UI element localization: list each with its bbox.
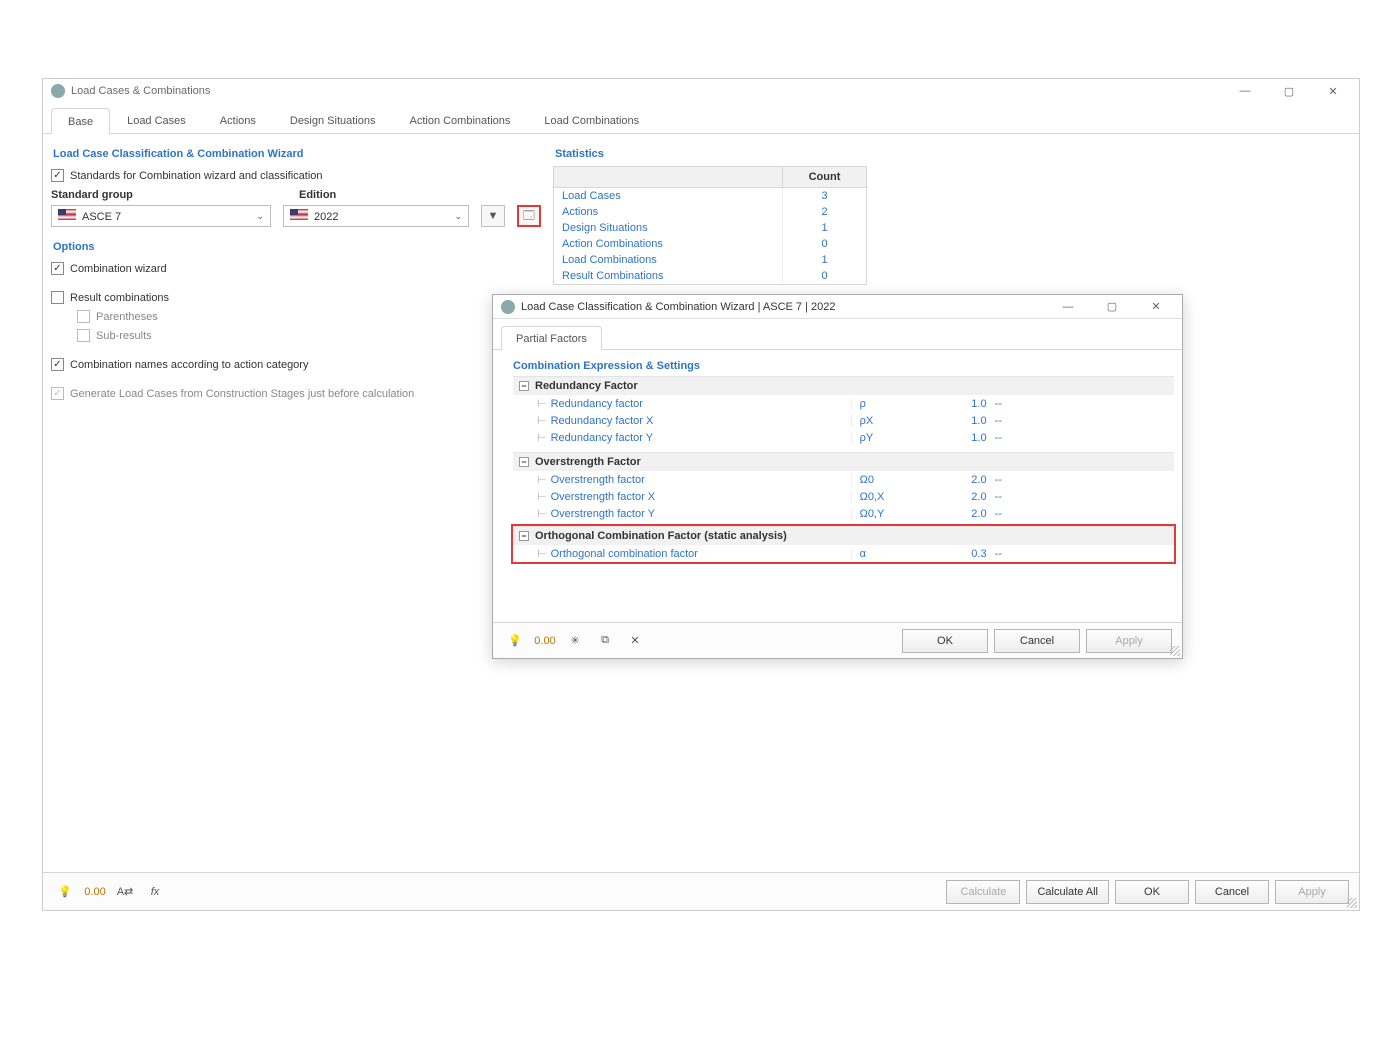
sub-footer: 💡 0.00 ✳ ⧉ ✕ OK Cancel Apply — [493, 622, 1182, 658]
combo-exp-title: Combination Expression & Settings — [513, 354, 1174, 376]
tab-actions[interactable]: Actions — [203, 107, 273, 133]
sub-minimize-button[interactable]: — — [1046, 296, 1090, 318]
resize-grip[interactable] — [1347, 898, 1357, 908]
standards-checkbox[interactable] — [51, 169, 64, 182]
app-icon — [501, 300, 515, 314]
wizard-section-title: Load Case Classification & Combination W… — [51, 142, 541, 166]
combo-wizard-row[interactable]: Combination wizard — [51, 259, 541, 278]
collapse-icon[interactable]: − — [519, 531, 529, 541]
function-icon[interactable]: fx — [143, 881, 167, 903]
sub-results-checkbox — [77, 329, 90, 342]
copy-icon[interactable]: ⧉ — [593, 630, 617, 652]
tab-base[interactable]: Base — [51, 108, 110, 134]
edition-dropdown[interactable]: 2022 ⌄ — [283, 205, 469, 227]
flag-us-icon — [290, 209, 308, 220]
chevron-down-icon: ⌄ — [256, 211, 264, 222]
sub-results-row: Sub-results — [51, 326, 541, 345]
factor-row[interactable]: ⊢Overstrength factor XΩ0,X2.0-- — [513, 488, 1174, 505]
factor-row[interactable]: ⊢Redundancy factor XρX1.0-- — [513, 412, 1174, 429]
group-orthogonal-highlight: − Orthogonal Combination Factor (static … — [511, 524, 1176, 564]
sub-maximize-button[interactable]: ▢ — [1090, 296, 1134, 318]
collapse-icon[interactable]: − — [519, 457, 529, 467]
text-tool-icon[interactable]: A⇄ — [113, 881, 137, 903]
tab-load-combinations[interactable]: Load Combinations — [527, 107, 656, 133]
std-group-label: Standard group — [51, 189, 287, 201]
tab-partial-factors[interactable]: Partial Factors — [501, 326, 602, 350]
sub-apply-button[interactable]: Apply — [1086, 629, 1172, 653]
group-overstrength[interactable]: − Overstrength Factor — [513, 452, 1174, 471]
sub-close-button[interactable]: ✕ — [1134, 296, 1178, 318]
result-combos-row[interactable]: Result combinations — [51, 288, 541, 307]
factor-row[interactable]: ⊢Overstrength factor YΩ0,Y2.0-- — [513, 505, 1174, 522]
gen-from-stages-row: Generate Load Cases from Construction St… — [51, 384, 541, 403]
sub-cancel-button[interactable]: Cancel — [994, 629, 1080, 653]
factor-row[interactable]: ⊢Redundancy factorρ1.0-- — [513, 395, 1174, 412]
settings-button[interactable]: 🗔 — [517, 205, 541, 227]
stats-count-header: Count — [782, 167, 866, 187]
flag-us-icon — [58, 209, 76, 220]
apply-button[interactable]: Apply — [1275, 880, 1349, 904]
collapse-icon[interactable]: − — [519, 381, 529, 391]
group-orthogonal[interactable]: − Orthogonal Combination Factor (static … — [513, 526, 1174, 545]
stats-title: Statistics — [553, 142, 867, 166]
partial-factors-window: Load Case Classification & Combination W… — [492, 294, 1183, 659]
ok-button[interactable]: OK — [1115, 880, 1189, 904]
main-footer: 💡 0.00 A⇄ fx Calculate Calculate All OK … — [43, 872, 1359, 910]
minimize-button[interactable]: — — [1223, 80, 1267, 102]
std-group-dropdown[interactable]: ASCE 7 ⌄ — [51, 205, 271, 227]
group-redundancy[interactable]: − Redundancy Factor — [513, 376, 1174, 395]
factor-row[interactable]: ⊢Overstrength factorΩ02.0-- — [513, 471, 1174, 488]
tab-action-combinations[interactable]: Action Combinations — [392, 107, 527, 133]
filter-button[interactable]: ▼ — [481, 205, 505, 227]
statistics-table: Count Load Cases3 Actions2 Design Situat… — [553, 166, 867, 285]
tab-load-cases[interactable]: Load Cases — [110, 107, 203, 133]
result-combos-checkbox[interactable] — [51, 291, 64, 304]
factor-tree: Combination Expression & Settings − Redu… — [493, 350, 1182, 572]
sub-window-title: Load Case Classification & Combination W… — [521, 301, 1046, 313]
main-tabs: Base Load Cases Actions Design Situation… — [43, 103, 1359, 134]
units-icon[interactable]: 0.00 — [533, 630, 557, 652]
resize-grip[interactable] — [1170, 646, 1180, 656]
factor-row[interactable]: ⊢Orthogonal combination factorα0.3-- — [513, 545, 1174, 562]
tab-design-situations[interactable]: Design Situations — [273, 107, 393, 133]
close-button[interactable]: ✕ — [1311, 80, 1355, 102]
options-section-title: Options — [51, 235, 541, 259]
edition-label: Edition — [299, 189, 471, 201]
standard-form-row: Standard group Edition — [51, 189, 541, 201]
names-by-category-row[interactable]: Combination names according to action ca… — [51, 355, 541, 374]
sub-ok-button[interactable]: OK — [902, 629, 988, 653]
standard-dropdown-row: ASCE 7 ⌄ 2022 ⌄ ▼ 🗔 — [51, 205, 541, 227]
delete-icon[interactable]: ✕ — [623, 630, 647, 652]
help-icon[interactable]: 💡 — [53, 881, 77, 903]
main-title: Load Cases & Combinations — [71, 85, 1223, 97]
standards-label: Standards for Combination wizard and cla… — [70, 170, 323, 182]
parentheses-checkbox — [77, 310, 90, 323]
calculate-button[interactable]: Calculate — [946, 880, 1020, 904]
help-icon[interactable]: 💡 — [503, 630, 527, 652]
standards-checkbox-row[interactable]: Standards for Combination wizard and cla… — [51, 166, 541, 185]
new-icon[interactable]: ✳ — [563, 630, 587, 652]
chevron-down-icon: ⌄ — [454, 211, 462, 222]
left-column: Load Case Classification & Combination W… — [51, 142, 541, 403]
cancel-button[interactable]: Cancel — [1195, 880, 1269, 904]
combo-wizard-checkbox[interactable] — [51, 262, 64, 275]
names-by-category-checkbox[interactable] — [51, 358, 64, 371]
factor-row[interactable]: ⊢Redundancy factor YρY1.0-- — [513, 429, 1174, 446]
gen-from-stages-checkbox — [51, 387, 64, 400]
app-icon — [51, 84, 65, 98]
calculate-all-button[interactable]: Calculate All — [1026, 880, 1109, 904]
maximize-button[interactable]: ▢ — [1267, 80, 1311, 102]
units-icon[interactable]: 0.00 — [83, 881, 107, 903]
parentheses-row: Parentheses — [51, 307, 541, 326]
main-titlebar: Load Cases & Combinations — ▢ ✕ — [43, 79, 1359, 103]
